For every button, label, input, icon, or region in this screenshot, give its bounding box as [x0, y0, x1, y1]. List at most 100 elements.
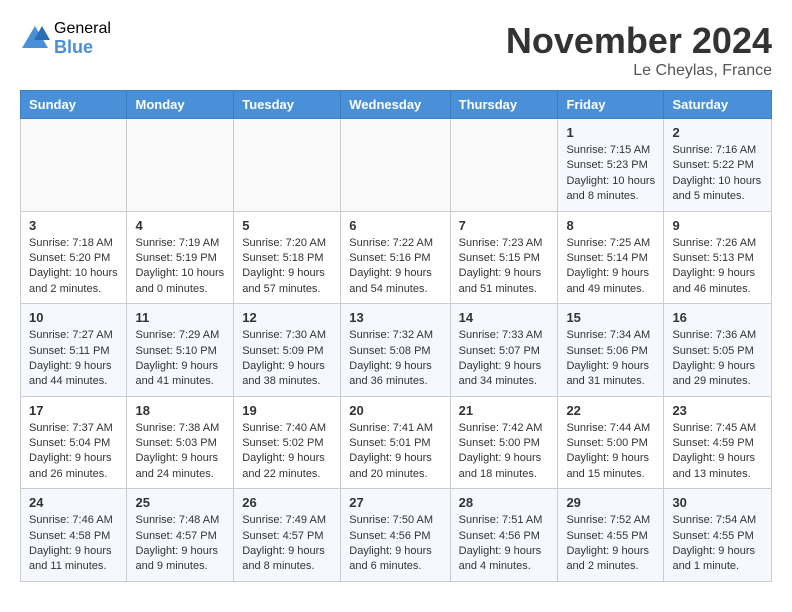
day-info: Sunset: 4:58 PM	[29, 529, 118, 544]
calendar-cell: 3Sunrise: 7:18 AMSunset: 5:20 PMDaylight…	[21, 211, 127, 304]
day-number: 30	[672, 495, 763, 510]
day-info: Daylight: 9 hours and 6 minutes.	[349, 544, 441, 575]
day-info: Daylight: 9 hours and 41 minutes.	[135, 359, 225, 390]
calendar-cell	[450, 119, 558, 212]
day-info: Sunset: 4:59 PM	[672, 436, 763, 451]
day-info: Sunset: 4:56 PM	[459, 529, 550, 544]
day-info: Sunset: 5:05 PM	[672, 344, 763, 359]
calendar-cell	[341, 119, 450, 212]
calendar-cell: 19Sunrise: 7:40 AMSunset: 5:02 PMDayligh…	[234, 396, 341, 489]
day-info: Sunset: 4:55 PM	[672, 529, 763, 544]
day-info: Sunset: 4:57 PM	[135, 529, 225, 544]
day-info: Daylight: 9 hours and 44 minutes.	[29, 359, 118, 390]
day-info: Daylight: 9 hours and 34 minutes.	[459, 359, 550, 390]
day-info: Daylight: 9 hours and 36 minutes.	[349, 359, 441, 390]
calendar-cell: 20Sunrise: 7:41 AMSunset: 5:01 PMDayligh…	[341, 396, 450, 489]
day-info: Sunset: 5:03 PM	[135, 436, 225, 451]
calendar-cell: 30Sunrise: 7:54 AMSunset: 4:55 PMDayligh…	[664, 489, 772, 582]
day-number: 7	[459, 218, 550, 233]
day-info: Sunset: 5:19 PM	[135, 251, 225, 266]
calendar-cell: 10Sunrise: 7:27 AMSunset: 5:11 PMDayligh…	[21, 304, 127, 397]
day-number: 21	[459, 403, 550, 418]
calendar-cell	[127, 119, 234, 212]
day-info: Sunrise: 7:23 AM	[459, 236, 550, 251]
day-info: Sunrise: 7:45 AM	[672, 421, 763, 436]
day-info: Daylight: 9 hours and 38 minutes.	[242, 359, 332, 390]
day-info: Sunset: 5:10 PM	[135, 344, 225, 359]
calendar-cell: 1Sunrise: 7:15 AMSunset: 5:23 PMDaylight…	[558, 119, 664, 212]
calendar-cell: 24Sunrise: 7:46 AMSunset: 4:58 PMDayligh…	[21, 489, 127, 582]
day-info: Sunrise: 7:54 AM	[672, 513, 763, 528]
day-number: 26	[242, 495, 332, 510]
day-number: 18	[135, 403, 225, 418]
day-info: Sunrise: 7:19 AM	[135, 236, 225, 251]
day-info: Sunset: 4:56 PM	[349, 529, 441, 544]
day-info: Sunset: 5:22 PM	[672, 158, 763, 173]
day-info: Daylight: 9 hours and 22 minutes.	[242, 451, 332, 482]
calendar-cell: 9Sunrise: 7:26 AMSunset: 5:13 PMDaylight…	[664, 211, 772, 304]
day-info: Sunrise: 7:50 AM	[349, 513, 441, 528]
day-info: Sunrise: 7:18 AM	[29, 236, 118, 251]
day-number: 23	[672, 403, 763, 418]
day-number: 17	[29, 403, 118, 418]
calendar-cell	[234, 119, 341, 212]
day-info: Daylight: 9 hours and 8 minutes.	[242, 544, 332, 575]
day-number: 2	[672, 125, 763, 140]
calendar-week-row: 17Sunrise: 7:37 AMSunset: 5:04 PMDayligh…	[21, 396, 772, 489]
day-number: 15	[566, 310, 655, 325]
calendar-cell: 27Sunrise: 7:50 AMSunset: 4:56 PMDayligh…	[341, 489, 450, 582]
day-info: Sunset: 5:06 PM	[566, 344, 655, 359]
calendar-table: SundayMondayTuesdayWednesdayThursdayFrid…	[20, 90, 772, 582]
calendar-week-row: 1Sunrise: 7:15 AMSunset: 5:23 PMDaylight…	[21, 119, 772, 212]
day-info: Sunrise: 7:40 AM	[242, 421, 332, 436]
day-number: 25	[135, 495, 225, 510]
calendar-cell: 18Sunrise: 7:38 AMSunset: 5:03 PMDayligh…	[127, 396, 234, 489]
calendar-cell: 13Sunrise: 7:32 AMSunset: 5:08 PMDayligh…	[341, 304, 450, 397]
day-number: 16	[672, 310, 763, 325]
day-info: Sunrise: 7:41 AM	[349, 421, 441, 436]
calendar-cell: 11 Sunrise: 7:29 AMSunset: 5:10 PMDayligh…	[127, 304, 234, 397]
day-info: Sunset: 5:13 PM	[672, 251, 763, 266]
day-info: Daylight: 9 hours and 57 minutes.	[242, 266, 332, 297]
day-info: Sunset: 5:11 PM	[29, 344, 118, 359]
day-info: Sunrise: 7:33 AM	[459, 328, 550, 343]
day-info: Sunrise: 7:52 AM	[566, 513, 655, 528]
day-info: Daylight: 10 hours and 8 minutes.	[566, 174, 655, 205]
day-of-week-header: Wednesday	[341, 91, 450, 119]
day-info: Sunrise: 7:34 AM	[566, 328, 655, 343]
day-info: Sunrise: 7:25 AM	[566, 236, 655, 251]
day-info: Sunset: 5:02 PM	[242, 436, 332, 451]
month-title: November 2024	[506, 20, 772, 62]
day-of-week-header: Friday	[558, 91, 664, 119]
day-of-week-header: Saturday	[664, 91, 772, 119]
day-info: Sunrise: 7:22 AM	[349, 236, 441, 251]
day-number: 12	[242, 310, 332, 325]
calendar-cell: 8Sunrise: 7:25 AMSunset: 5:14 PMDaylight…	[558, 211, 664, 304]
day-info: Sunrise: 7:27 AM	[29, 328, 118, 343]
day-info: Sunrise: 7:42 AM	[459, 421, 550, 436]
day-info: Sunrise: 7:29 AM	[135, 328, 225, 343]
calendar-cell: 26 Sunrise: 7:49 AMSunset: 4:57 PMDayligh…	[234, 489, 341, 582]
day-number: 4	[135, 218, 225, 233]
day-number: 6	[349, 218, 441, 233]
day-info: Sunset: 5:04 PM	[29, 436, 118, 451]
day-info: Sunset: 5:07 PM	[459, 344, 550, 359]
day-info: Sunrise: 7:32 AM	[349, 328, 441, 343]
calendar-cell	[21, 119, 127, 212]
calendar-cell: 21Sunrise: 7:42 AMSunset: 5:00 PMDayligh…	[450, 396, 558, 489]
calendar-week-row: 3Sunrise: 7:18 AMSunset: 5:20 PMDaylight…	[21, 211, 772, 304]
day-info: Sunrise: 7:49 AM	[242, 513, 332, 528]
day-info: Sunrise: 7:15 AM	[566, 143, 655, 158]
day-info: Daylight: 9 hours and 31 minutes.	[566, 359, 655, 390]
day-info: Daylight: 9 hours and 15 minutes.	[566, 451, 655, 482]
calendar-cell: 28Sunrise: 7:51 AMSunset: 4:56 PMDayligh…	[450, 489, 558, 582]
day-info: Daylight: 9 hours and 2 minutes.	[566, 544, 655, 575]
day-info: Sunset: 4:55 PM	[566, 529, 655, 544]
calendar-cell: 6Sunrise: 7:22 AMSunset: 5:16 PMDaylight…	[341, 211, 450, 304]
day-info: Daylight: 9 hours and 54 minutes.	[349, 266, 441, 297]
calendar-cell: 4Sunrise: 7:19 AMSunset: 5:19 PMDaylight…	[127, 211, 234, 304]
day-info: Sunset: 4:57 PM	[242, 529, 332, 544]
day-info: Sunrise: 7:36 AM	[672, 328, 763, 343]
page-header: General Blue November 2024 Le Cheylas, F…	[20, 20, 772, 80]
day-number: 11	[135, 310, 225, 325]
